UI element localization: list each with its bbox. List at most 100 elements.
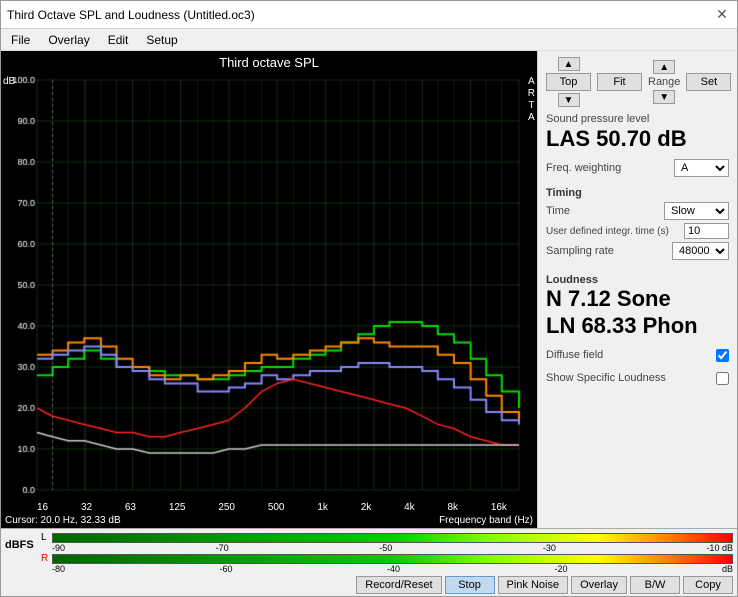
tick-b-minus40: -40 <box>387 564 400 574</box>
x-label-63: 63 <box>125 502 136 513</box>
range-up-btn[interactable]: ▲ <box>653 60 675 74</box>
tick-minus10: -10 dB <box>706 543 733 553</box>
menu-bar: File Overlay Edit Setup <box>1 29 737 51</box>
dbfs-bar-area: dBFS L -90 -70 -50 -30 <box>1 529 737 574</box>
show-specific-checkbox[interactable] <box>716 372 729 385</box>
menu-edit[interactable]: Edit <box>104 33 133 47</box>
menu-file[interactable]: File <box>7 33 34 47</box>
tick-minus30: -30 <box>543 543 556 553</box>
x-label-500: 500 <box>268 502 285 513</box>
diffuse-checkbox[interactable] <box>716 349 729 362</box>
chart-x-labels: 16 32 63 125 250 500 1k 2k 4k 8k 16k <box>1 500 537 513</box>
menu-overlay[interactable]: Overlay <box>44 33 93 47</box>
range-label: Range <box>648 76 680 88</box>
diffuse-label: Diffuse field <box>546 349 603 361</box>
copy-button[interactable]: Copy <box>683 576 733 594</box>
r-meter <box>52 554 733 564</box>
bottom-area: dBFS L -90 -70 -50 -30 <box>1 528 737 596</box>
x-label-125: 125 <box>169 502 186 513</box>
x-label-8k: 8k <box>447 502 458 513</box>
freq-row: Freq. weighting A C Z <box>546 159 729 177</box>
loudness-section: Loudness N 7.12 Sone LN 68.33 Phon <box>546 270 729 339</box>
dbfs-label: dBFS <box>5 532 35 574</box>
tick-b-minus80: -80 <box>52 564 65 574</box>
main-content: Third octave SPL dB ARTA 16 32 63 125 25… <box>1 51 737 596</box>
spl-section: Sound pressure level LAS 50.70 dB <box>546 113 729 151</box>
tick-b-minus20: -20 <box>554 564 567 574</box>
db-label: dB <box>3 76 15 87</box>
tick-b-db: dB <box>722 564 733 574</box>
x-label-16k: 16k <box>491 502 507 513</box>
x-label-4k: 4k <box>404 502 415 513</box>
buttons-row: Record/Reset Stop Pink Noise Overlay B/W… <box>1 574 737 596</box>
x-label-32: 32 <box>81 502 92 513</box>
close-button[interactable]: ✕ <box>713 6 731 24</box>
overlay-button[interactable]: Overlay <box>571 576 627 594</box>
title-bar: Third Octave SPL and Loudness (Untitled.… <box>1 1 737 29</box>
ticks-top: -90 -70 -50 -30 -10 dB <box>41 543 733 553</box>
right-panel: ▲ Top ▼ Fit ▲ Range ▼ <box>537 51 737 528</box>
l-meter <box>52 533 733 543</box>
set-group: Set <box>686 57 731 107</box>
user-defined-row: User defined integr. time (s) <box>546 223 729 239</box>
timing-section: Timing Time Slow Fast Impulse User defin… <box>546 183 729 260</box>
chart-title: Third octave SPL <box>1 51 537 72</box>
tick-minus70: -70 <box>216 543 229 553</box>
top-down-btn[interactable]: ▼ <box>558 93 580 107</box>
x-label-2k: 2k <box>361 502 372 513</box>
chart-wrapper: Third octave SPL dB ARTA 16 32 63 125 25… <box>1 51 537 528</box>
spl-value: LAS 50.70 dB <box>546 127 729 151</box>
range-down-btn[interactable]: ▼ <box>653 90 675 104</box>
tick-minus50: -50 <box>379 543 392 553</box>
loudness-n: N 7.12 Sone <box>546 286 729 312</box>
window-title: Third Octave SPL and Loudness (Untitled.… <box>7 8 255 22</box>
bw-button[interactable]: B/W <box>630 576 680 594</box>
stop-button[interactable]: Stop <box>445 576 495 594</box>
menu-setup[interactable]: Setup <box>142 33 181 47</box>
range-group: ▲ Range ▼ <box>648 60 680 104</box>
x-label-250: 250 <box>218 502 235 513</box>
x-label-16: 16 <box>37 502 48 513</box>
diffuse-row: Diffuse field <box>546 349 729 362</box>
fit-group: Fit <box>597 57 642 107</box>
chart-and-right: Third octave SPL dB ARTA 16 32 63 125 25… <box>1 51 737 528</box>
time-dropdown[interactable]: Slow Fast Impulse <box>664 202 729 220</box>
tick-minus90: -90 <box>52 543 65 553</box>
timing-title: Timing <box>546 187 729 199</box>
cursor-text: Cursor: 20.0 Hz, 32.33 dB <box>5 515 121 526</box>
top-group: ▲ Top ▼ <box>546 57 591 107</box>
r-row: R <box>41 553 733 564</box>
inner-chart: dB ARTA <box>1 72 537 500</box>
freq-dropdown[interactable]: A C Z <box>674 159 729 177</box>
time-label: Time <box>546 205 664 217</box>
record-reset-button[interactable]: Record/Reset <box>356 576 441 594</box>
chart-canvas <box>1 72 537 500</box>
loudness-ln: LN 68.33 Phon <box>546 313 729 339</box>
user-defined-label: User defined integr. time (s) <box>546 225 684 238</box>
top-controls: ▲ Top ▼ Fit ▲ Range ▼ <box>546 57 729 107</box>
tick-b-minus60: -60 <box>219 564 232 574</box>
l-row: L <box>41 532 733 543</box>
loudness-title: Loudness <box>546 274 729 286</box>
spl-title: Sound pressure level <box>546 113 729 125</box>
user-defined-input[interactable] <box>684 223 729 239</box>
frequency-label: Frequency band (Hz) <box>439 515 533 526</box>
sampling-label: Sampling rate <box>546 245 672 257</box>
main-window: Third Octave SPL and Loudness (Untitled.… <box>0 0 738 597</box>
freq-label: Freq. weighting <box>546 162 621 174</box>
ticks-bottom: -80 -60 -40 -20 dB <box>41 564 733 574</box>
x-label-1k: 1k <box>317 502 328 513</box>
pink-noise-button[interactable]: Pink Noise <box>498 576 569 594</box>
sampling-dropdown[interactable]: 48000 44100 <box>672 242 729 260</box>
show-specific-label: Show Specific Loudness <box>546 372 666 384</box>
chart-footer: Cursor: 20.0 Hz, 32.33 dB Frequency band… <box>1 513 537 528</box>
l-label: L <box>41 532 49 543</box>
show-specific-row: Show Specific Loudness <box>546 372 729 385</box>
arta-label: ARTA <box>528 76 535 124</box>
r-label: R <box>41 553 49 564</box>
top-button[interactable]: Top <box>546 73 591 91</box>
set-button[interactable]: Set <box>686 73 731 91</box>
fit-button[interactable]: Fit <box>597 73 642 91</box>
top-up-btn[interactable]: ▲ <box>558 57 580 71</box>
time-row: Time Slow Fast Impulse <box>546 202 729 220</box>
